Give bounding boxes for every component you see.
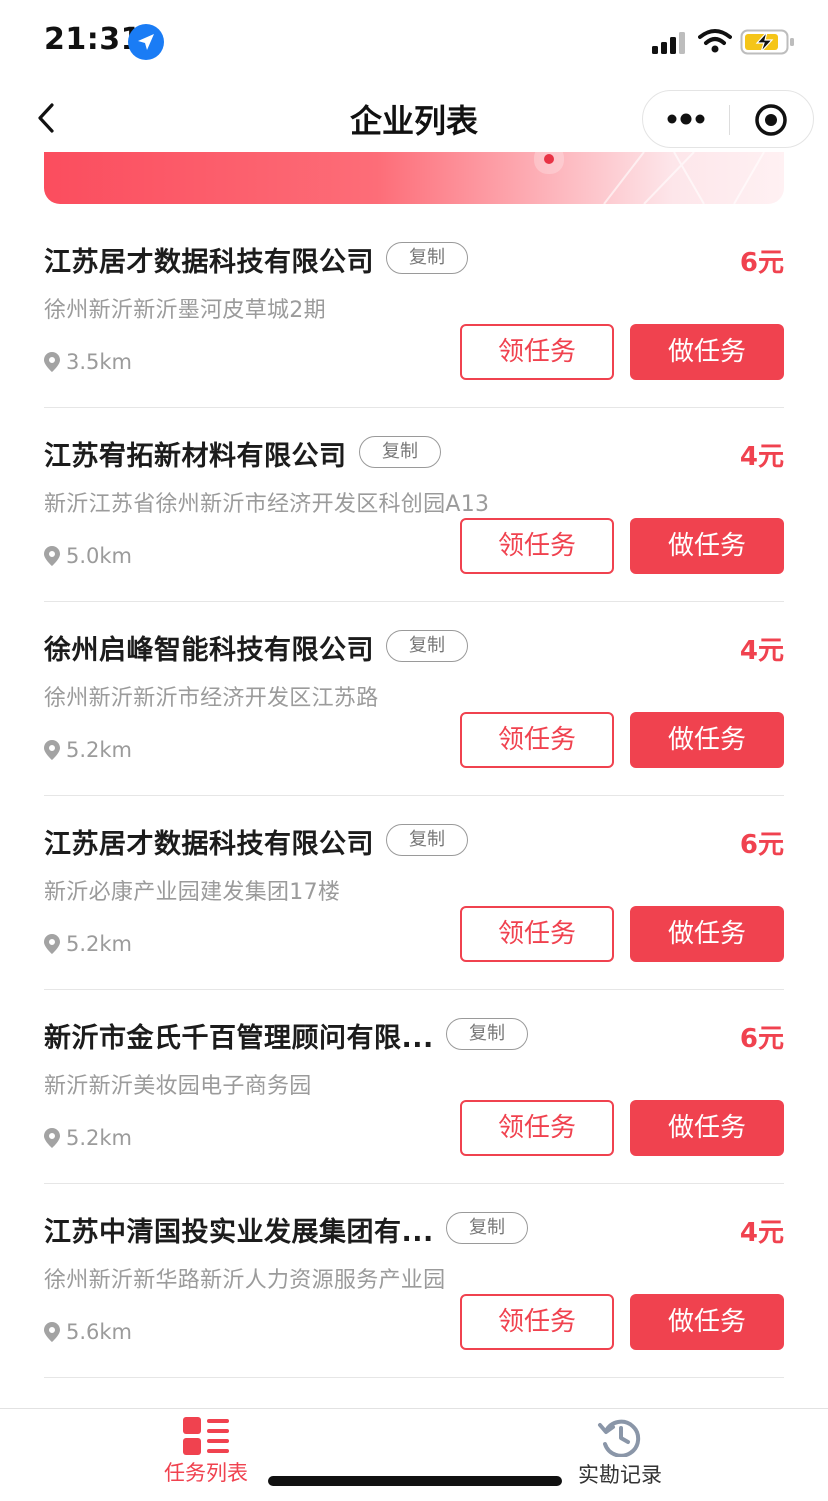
map-pin-icon	[44, 934, 60, 954]
map-pin-icon	[44, 1128, 60, 1148]
claim-task-button[interactable]: 领任务	[460, 712, 614, 768]
distance-value: 5.0km	[66, 544, 133, 568]
distance: 5.2km	[44, 932, 132, 956]
company-address: 徐州新沂新华路新沂人力资源服务产业园	[44, 1268, 446, 1293]
distance-value: 3.5km	[66, 350, 133, 374]
task-price: 6元	[739, 1024, 784, 1054]
company-name: 江苏居才数据科技有限公司	[44, 247, 374, 278]
copy-button[interactable]: 复制	[386, 824, 468, 856]
map-pin-icon	[44, 546, 60, 566]
copy-button[interactable]: 复制	[386, 242, 468, 274]
distance-value: 5.2km	[66, 1126, 133, 1150]
capsule-divider	[729, 105, 730, 135]
company-address: 新沂必康产业园建发集团17楼	[44, 880, 341, 905]
claim-task-button[interactable]: 领任务	[460, 1100, 614, 1156]
map-pin-icon	[44, 740, 60, 760]
claim-task-button[interactable]: 领任务	[460, 518, 614, 574]
do-task-button[interactable]: 做任务	[630, 906, 784, 962]
claim-task-button[interactable]: 领任务	[460, 1294, 614, 1350]
signal-icon	[652, 32, 685, 54]
distance: 5.2km	[44, 738, 132, 762]
company-address: 徐州新沂新沂墨河皮草城2期	[44, 298, 326, 323]
distance-value: 5.6km	[66, 1320, 133, 1344]
company-name: 新沂市金氏千百管理顾问有限...	[44, 1023, 434, 1054]
banner-decoration	[544, 154, 554, 164]
copy-button[interactable]: 复制	[359, 436, 441, 468]
map-pin-icon	[44, 352, 60, 372]
task-list-icon	[183, 1417, 229, 1455]
mini-program-capsule	[642, 90, 814, 148]
location-arrow-icon	[128, 24, 164, 60]
task-price: 4元	[739, 1218, 784, 1248]
company-address: 新沂新沂美妆园电子商务园	[44, 1074, 312, 1099]
target-icon[interactable]	[753, 102, 789, 138]
company-list: 江苏居才数据科技有限公司 复制 6元 徐州新沂新沂墨河皮草城2期 3.5km 领…	[44, 214, 784, 1378]
task-price: 4元	[739, 636, 784, 666]
battery-charging-icon	[740, 29, 794, 55]
tab-survey-records[interactable]: 实勘记录	[500, 1409, 740, 1501]
task-price: 4元	[739, 442, 784, 472]
list-item: 江苏居才数据科技有限公司 复制 6元 新沂必康产业园建发集团17楼 5.2km …	[44, 796, 784, 990]
list-item: 江苏居才数据科技有限公司 复制 6元 徐州新沂新沂墨河皮草城2期 3.5km 领…	[44, 214, 784, 408]
status-bar: 21:31	[0, 0, 828, 84]
distance-value: 5.2km	[66, 932, 133, 956]
copy-button[interactable]: 复制	[446, 1212, 528, 1244]
list-item: 江苏宥拓新材料有限公司 复制 4元 新沂江苏省徐州新沂市经济开发区科创园A13 …	[44, 408, 784, 602]
claim-task-button[interactable]: 领任务	[460, 906, 614, 962]
company-name: 江苏居才数据科技有限公司	[44, 829, 374, 860]
copy-button[interactable]: 复制	[386, 630, 468, 662]
company-name: 江苏宥拓新材料有限公司	[44, 441, 347, 472]
top-banner[interactable]	[44, 152, 784, 204]
home-indicator	[268, 1476, 562, 1486]
do-task-button[interactable]: 做任务	[630, 324, 784, 380]
list-item: 新沂市金氏千百管理顾问有限... 复制 6元 新沂新沂美妆园电子商务园 5.2k…	[44, 990, 784, 1184]
distance-value: 5.2km	[66, 738, 133, 762]
copy-button[interactable]: 复制	[446, 1018, 528, 1050]
more-dots-icon[interactable]	[665, 109, 707, 129]
company-name: 徐州启峰智能科技有限公司	[44, 635, 374, 666]
tab-task-list[interactable]: 任务列表	[86, 1409, 326, 1501]
do-task-button[interactable]: 做任务	[630, 1294, 784, 1350]
history-icon	[598, 1419, 641, 1457]
banner-pattern	[603, 152, 765, 204]
nav-bar: 企业列表	[0, 84, 828, 152]
company-address: 新沂江苏省徐州新沂市经济开发区科创园A13	[44, 492, 490, 517]
tab-bar: 任务列表 实勘记录	[0, 1408, 828, 1500]
company-name: 江苏中清国投实业发展集团有...	[44, 1217, 434, 1248]
task-price: 6元	[739, 830, 784, 860]
task-price: 6元	[739, 248, 784, 278]
distance: 5.2km	[44, 1126, 132, 1150]
claim-task-button[interactable]: 领任务	[460, 324, 614, 380]
distance: 3.5km	[44, 350, 132, 374]
company-address: 徐州新沂新沂市经济开发区江苏路	[44, 686, 379, 711]
map-pin-icon	[44, 1322, 60, 1342]
do-task-button[interactable]: 做任务	[630, 712, 784, 768]
do-task-button[interactable]: 做任务	[630, 518, 784, 574]
distance: 5.0km	[44, 544, 132, 568]
distance: 5.6km	[44, 1320, 132, 1344]
wifi-icon	[698, 29, 732, 53]
list-item: 徐州启峰智能科技有限公司 复制 4元 徐州新沂新沂市经济开发区江苏路 5.2km…	[44, 602, 784, 796]
list-item: 江苏中清国投实业发展集团有... 复制 4元 徐州新沂新华路新沂人力资源服务产业…	[44, 1184, 784, 1378]
do-task-button[interactable]: 做任务	[630, 1100, 784, 1156]
